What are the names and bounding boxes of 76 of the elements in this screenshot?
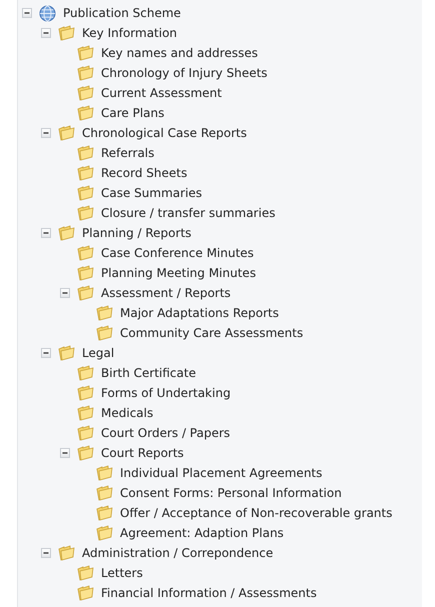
tree-item[interactable]: Consent Forms: Personal Information [120, 485, 342, 501]
folder-icon [96, 325, 114, 341]
minus-icon [43, 550, 49, 556]
tree-item[interactable]: Forms of Undertaking [101, 385, 231, 401]
folder-icon [96, 305, 114, 321]
folder-icon [77, 265, 95, 281]
tree-item[interactable]: Court Orders / Papers [101, 425, 230, 441]
folder-icon [77, 105, 95, 121]
tree-item[interactable]: Financial Information / Assessments [101, 585, 317, 601]
folder-icon [96, 465, 114, 481]
folder-icon [77, 165, 95, 181]
folder-icon [77, 585, 95, 601]
tree-item[interactable]: Care Plans [101, 105, 164, 121]
folder-icon [77, 85, 95, 101]
tree-item[interactable]: Individual Placement Agreements [120, 465, 322, 481]
tree-item[interactable]: Current Assessment [101, 85, 222, 101]
minus-icon [24, 10, 30, 16]
tree-item[interactable]: Referrals [101, 145, 154, 161]
minus-icon [43, 30, 49, 36]
folder-icon [96, 485, 114, 501]
minus-icon [43, 350, 49, 356]
folder-icon [77, 425, 95, 441]
tree-item[interactable]: Community Care Assessments [120, 325, 304, 341]
tree-item[interactable]: Court Reports [101, 445, 184, 461]
collapse-toggle[interactable] [41, 228, 51, 238]
tree-item[interactable]: Administration / Correpondence [82, 545, 274, 561]
collapse-toggle[interactable] [60, 448, 70, 458]
tree-item[interactable]: Major Adaptations Reports [120, 305, 279, 321]
tree-item[interactable]: Case Conference Minutes [101, 245, 254, 261]
collapse-toggle[interactable] [60, 288, 70, 298]
folder-icon [77, 565, 95, 581]
tree-item[interactable]: Medicals [101, 405, 154, 421]
folder-icon [58, 345, 76, 361]
tree-item[interactable]: Key names and addresses [101, 45, 258, 61]
folder-icon [77, 405, 95, 421]
tree-item[interactable]: Closure / transfer summaries [101, 205, 276, 221]
folder-icon [77, 65, 95, 81]
folder-icon [77, 365, 95, 381]
tree-item[interactable]: Letters [101, 565, 143, 581]
minus-icon [43, 230, 49, 236]
collapse-toggle[interactable] [41, 348, 51, 358]
tree-item[interactable]: Birth Certificate [101, 365, 196, 381]
folder-icon [77, 245, 95, 261]
collapse-toggle[interactable] [41, 28, 51, 38]
tree-item[interactable]: Legal [82, 345, 114, 361]
folder-icon [58, 225, 76, 241]
tree-item[interactable]: Planning / Reports [82, 225, 192, 241]
folder-icon [96, 505, 114, 521]
tree-item[interactable]: Offer / Acceptance of Non-recoverable grants [120, 505, 392, 521]
folder-icon [77, 45, 95, 61]
collapse-toggle[interactable] [41, 128, 51, 138]
folder-icon [77, 145, 95, 161]
globe-icon [39, 4, 56, 22]
tree-item[interactable]: Chronological Case Reports [82, 125, 247, 141]
folder-icon [96, 525, 114, 541]
collapse-toggle[interactable] [41, 548, 51, 558]
folder-icon [58, 125, 76, 141]
folder-icon [77, 445, 95, 461]
folder-icon [77, 205, 95, 221]
folder-icon [58, 25, 76, 41]
tree-item[interactable]: Assessment / Reports [101, 285, 231, 301]
tree-item[interactable]: Case Summaries [101, 185, 202, 201]
tree-item[interactable]: Planning Meeting Minutes [101, 265, 256, 281]
folder-icon [77, 385, 95, 401]
minus-icon [43, 130, 49, 136]
collapse-toggle[interactable] [22, 8, 32, 18]
tree-item[interactable]: Chronology of Injury Sheets [101, 65, 268, 81]
folder-icon [58, 545, 76, 561]
tree-item[interactable]: Key Information [82, 25, 178, 41]
folder-icon [77, 285, 95, 301]
minus-icon [62, 290, 68, 296]
tree-item[interactable]: Agreement: Adaption Plans [120, 525, 284, 541]
folder-icon [77, 185, 95, 201]
minus-icon [62, 450, 68, 456]
tree-item[interactable]: Record Sheets [101, 165, 188, 181]
tree-item[interactable]: Publication Scheme [63, 5, 181, 21]
